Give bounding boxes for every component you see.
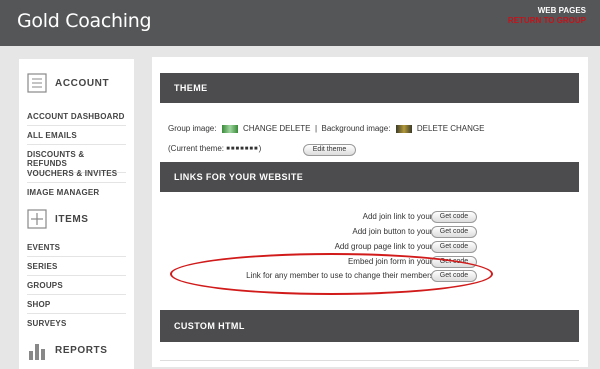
sidebar-item-surveys[interactable]: SURVEYS — [27, 319, 126, 332]
edit-theme-button[interactable]: Edit theme — [303, 144, 356, 156]
group-image-thumbnail — [221, 124, 238, 133]
sidebar-item-events[interactable]: EVENTS — [27, 243, 126, 257]
custom-html-panel-header: CUSTOM HTML — [160, 310, 579, 342]
reports-section-header: REPORTS — [27, 340, 108, 360]
sidebar-item-vouchers-invites[interactable]: VOUCHERS & INVITES — [27, 169, 126, 183]
return-to-group-link[interactable]: RETURN TO GROUP — [508, 16, 586, 26]
theme-color-swatches: ■■■■■■■ — [226, 145, 259, 152]
sidebar-item-image-manager[interactable]: IMAGE MANAGER — [27, 188, 126, 201]
current-theme-close: ) — [258, 144, 262, 153]
items-section-label: ITEMS — [55, 213, 89, 225]
top-bar: Gold Coaching WEB PAGES RETURN TO GROUP — [0, 0, 600, 46]
sidebar-item-shop[interactable]: SHOP — [27, 300, 126, 314]
get-code-button[interactable]: Get code — [431, 241, 477, 253]
custom-html-divider — [160, 360, 579, 361]
get-code-button[interactable]: Get code — [431, 226, 477, 238]
current-theme-row: (Current theme: ■■■■■■■) — [168, 144, 261, 153]
sidebar-item-groups[interactable]: GROUPS — [27, 281, 126, 295]
background-image-thumbnail — [395, 124, 412, 133]
highlight-ellipse — [170, 253, 493, 295]
web-pages-label: WEB PAGES — [537, 6, 586, 15]
theme-separator: | — [314, 124, 318, 133]
background-image-delete-change[interactable]: DELETE CHANGE — [417, 124, 485, 133]
group-image-change-delete[interactable]: CHANGE DELETE — [243, 124, 311, 133]
group-image-label: Group image: — [168, 124, 217, 133]
main-content: THEME Group image: CHANGE DELETE | Backg… — [152, 57, 588, 367]
get-code-button[interactable]: Get code — [431, 211, 477, 223]
document-icon — [27, 73, 47, 93]
theme-panel-header: THEME — [160, 73, 579, 103]
reports-section-label: REPORTS — [55, 344, 108, 356]
theme-images-row: Group image: CHANGE DELETE | Background … — [168, 124, 484, 133]
sidebar-item-account-dashboard[interactable]: ACCOUNT DASHBOARD — [27, 112, 126, 126]
top-links: WEB PAGES RETURN TO GROUP — [508, 6, 586, 26]
sidebar-item-all-emails[interactable]: ALL EMAILS — [27, 131, 126, 145]
sidebar: ACCOUNT ACCOUNT DASHBOARD ALL EMAILS DIS… — [19, 59, 134, 369]
app-title: Gold Coaching — [17, 10, 152, 32]
items-section-header: ITEMS — [27, 209, 89, 229]
account-section-header: ACCOUNT — [27, 73, 109, 93]
background-image-label: Background image: — [321, 124, 391, 133]
links-panel-header: LINKS FOR YOUR WEBSITE — [160, 162, 579, 192]
bar-chart-icon — [27, 340, 47, 360]
sidebar-item-series[interactable]: SERIES — [27, 262, 126, 276]
current-theme-label: (Current theme: — [168, 144, 225, 153]
account-section-label: ACCOUNT — [55, 77, 110, 89]
plus-box-icon — [27, 209, 47, 229]
